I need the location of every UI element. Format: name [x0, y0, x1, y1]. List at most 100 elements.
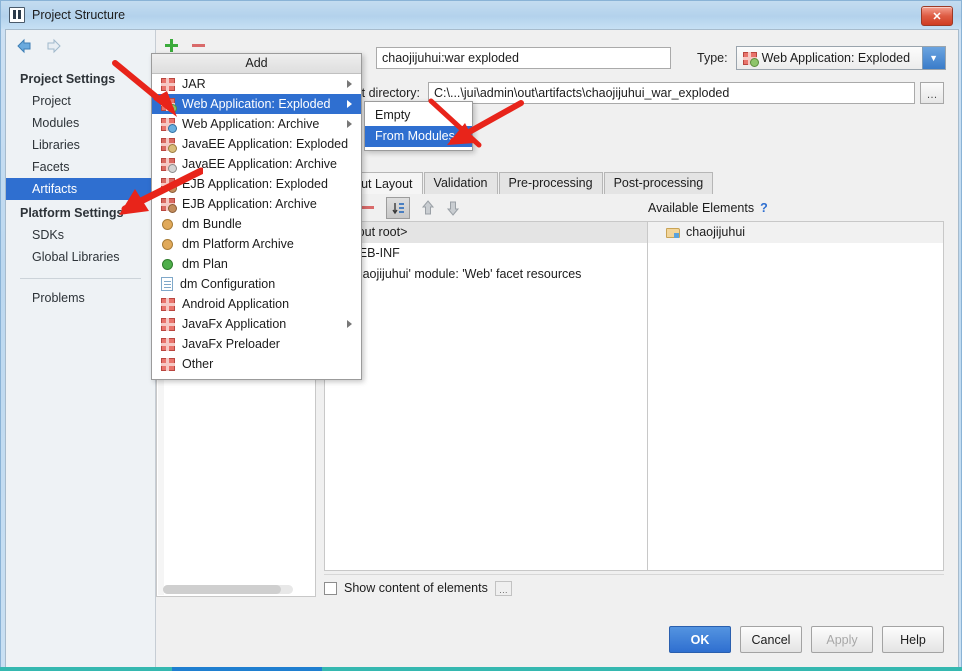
- sidebar-item-artifacts[interactable]: Artifacts: [6, 178, 153, 200]
- output-layout-toolbar: Available Elements ?: [324, 194, 944, 221]
- close-icon[interactable]: ✕: [921, 6, 953, 26]
- settings-sidebar: Project Settings Project Modules Librari…: [6, 30, 156, 667]
- artifact-tabs: Output Layout Validation Pre-processing …: [324, 172, 944, 195]
- dm-bundle-icon: [161, 218, 175, 231]
- jar-icon: [161, 77, 175, 91]
- available-elements-header: Available Elements ?: [648, 194, 944, 221]
- menu-item-label: Android Application: [182, 297, 290, 311]
- artifact-type-value-wrap: Web Application: Exploded: [737, 47, 922, 69]
- javaee-archive-icon: [161, 157, 177, 173]
- artifact-name-row: Type: Web Application: Exploded ▼: [376, 46, 946, 70]
- sidebar-list: Project Settings Project Modules Librari…: [6, 62, 155, 309]
- available-elements-pane[interactable]: chaojijuhui: [648, 222, 943, 570]
- menu-item-other[interactable]: Other: [152, 354, 361, 374]
- module-folder-icon: [666, 227, 681, 239]
- menu-item-android-application[interactable]: Android Application: [152, 294, 361, 314]
- list-item[interactable]: chaojijuhui: [648, 222, 943, 243]
- menu-item-javaee-application-archive[interactable]: JavaEE Application: Archive: [152, 154, 361, 174]
- submenu-chevron-icon: [347, 120, 352, 128]
- help-button[interactable]: Help: [882, 626, 944, 653]
- available-elements-label: Available Elements: [648, 200, 755, 215]
- submenu-item-from-modules[interactable]: From Modules...: [365, 126, 472, 147]
- browse-output-directory-button[interactable]: …: [920, 82, 944, 104]
- sidebar-item-facets[interactable]: Facets: [6, 156, 155, 178]
- add-artifact-menu: Add JAR Web Application: Exploded Web Ap…: [151, 53, 362, 380]
- submenu-chevron-icon: [347, 100, 352, 108]
- menu-item-dm-bundle[interactable]: dm Bundle: [152, 214, 361, 234]
- menu-bottom-padding: [152, 374, 361, 379]
- menu-item-label: Other: [182, 357, 214, 371]
- add-artifact-button[interactable]: [164, 38, 179, 53]
- show-content-checkbox[interactable]: [324, 581, 337, 595]
- table-row[interactable]: 'chaojijuhui' module: 'Web' facet resour…: [325, 264, 647, 285]
- menu-item-javafx-application[interactable]: JavaFx Application: [152, 314, 361, 334]
- menu-item-web-application-exploded[interactable]: Web Application: Exploded: [152, 94, 361, 114]
- menu-item-dm-configuration[interactable]: dm Configuration: [152, 274, 361, 294]
- artifact-type-combo[interactable]: Web Application: Exploded ▼: [735, 46, 946, 70]
- menu-item-label: dm Plan: [182, 257, 228, 271]
- android-icon: [161, 297, 175, 311]
- menu-item-dm-platform-archive[interactable]: dm Platform Archive: [152, 234, 361, 254]
- output-tree-pane[interactable]: <output root> WEB-INF 'chaojijuhui' modu…: [325, 222, 648, 570]
- menu-item-label: dm Bundle: [182, 217, 242, 231]
- menu-item-ejb-application-archive[interactable]: EJB Application: Archive: [152, 194, 361, 214]
- tab-validation[interactable]: Validation: [423, 172, 498, 194]
- sidebar-item-global-libraries[interactable]: Global Libraries: [6, 246, 155, 268]
- forward-arrow-icon[interactable]: [44, 38, 62, 54]
- sidebar-item-libraries[interactable]: Libraries: [6, 134, 155, 156]
- menu-item-ejb-application-exploded[interactable]: EJB Application: Exploded: [152, 174, 361, 194]
- move-up-icon[interactable]: [421, 199, 435, 216]
- menu-item-label: dm Configuration: [180, 277, 276, 291]
- javaee-exploded-icon: [161, 137, 177, 153]
- menu-item-label: JAR: [182, 77, 206, 91]
- table-row[interactable]: WEB-INF: [325, 243, 647, 264]
- sidebar-item-sdks[interactable]: SDKs: [6, 224, 155, 246]
- remove-artifact-button[interactable]: [191, 38, 206, 53]
- menu-item-label: dm Platform Archive: [182, 237, 294, 251]
- apply-button[interactable]: Apply: [811, 626, 873, 653]
- menu-item-javafx-preloader[interactable]: JavaFx Preloader: [152, 334, 361, 354]
- javafx-icon: [161, 317, 175, 331]
- sidebar-item-modules[interactable]: Modules: [6, 112, 155, 134]
- ejb-archive-icon: [161, 197, 177, 213]
- menu-item-label: EJB Application: Exploded: [182, 177, 328, 191]
- tree-item-label: 'chaojijuhui' module: 'Web' facet resour…: [347, 267, 582, 281]
- other-icon: [161, 357, 175, 371]
- chevron-down-icon[interactable]: ▼: [921, 47, 945, 69]
- window-frame: Project Structure ✕ Project Settings Pro…: [0, 0, 962, 671]
- dialog-button-bar: OK Cancel Apply Help: [669, 626, 944, 653]
- menu-item-label: JavaFx Preloader: [182, 337, 280, 351]
- dm-plan-icon: [161, 258, 175, 271]
- ok-button[interactable]: OK: [669, 626, 731, 653]
- sidebar-item-problems[interactable]: Problems: [6, 287, 155, 309]
- submenu-chevron-icon: [347, 80, 352, 88]
- output-directory-input[interactable]: [428, 82, 915, 104]
- remove-element-button[interactable]: [360, 200, 375, 215]
- output-layout-editor: Available Elements ? <output root> WEB-I…: [324, 194, 944, 571]
- menu-item-web-application-archive[interactable]: Web Application: Archive: [152, 114, 361, 134]
- table-row[interactable]: <output root>: [325, 222, 647, 243]
- help-icon[interactable]: ?: [760, 201, 768, 215]
- show-content-options-button[interactable]: …: [494, 580, 512, 596]
- dm-platform-icon: [161, 238, 175, 251]
- menu-item-javaee-application-exploded[interactable]: JavaEE Application: Exploded: [152, 134, 361, 154]
- move-down-icon[interactable]: [446, 200, 460, 216]
- artifact-type-value: Web Application: Exploded: [761, 51, 911, 65]
- cancel-button[interactable]: Cancel: [740, 626, 802, 653]
- tab-pre-processing[interactable]: Pre-processing: [498, 172, 603, 194]
- show-content-row: Show content of elements …: [324, 574, 944, 601]
- tab-post-processing[interactable]: Post-processing: [603, 172, 714, 194]
- artifact-name-input[interactable]: [376, 47, 671, 69]
- window-titlebar: Project Structure ✕: [1, 1, 961, 29]
- sidebar-item-project[interactable]: Project: [6, 90, 155, 112]
- output-layout-panes: <output root> WEB-INF 'chaojijuhui' modu…: [324, 221, 944, 571]
- submenu-item-empty[interactable]: Empty: [365, 105, 472, 126]
- available-element-label: chaojijuhui: [686, 225, 746, 239]
- back-arrow-icon[interactable]: [16, 38, 34, 54]
- menu-item-label: JavaFx Application: [182, 317, 287, 331]
- menu-item-label: JavaEE Application: Exploded: [182, 137, 349, 151]
- menu-item-dm-plan[interactable]: dm Plan: [152, 254, 361, 274]
- menu-item-jar[interactable]: JAR: [152, 74, 361, 94]
- artifacts-horizontal-scrollbar[interactable]: [163, 585, 293, 594]
- sort-icon[interactable]: [386, 196, 410, 219]
